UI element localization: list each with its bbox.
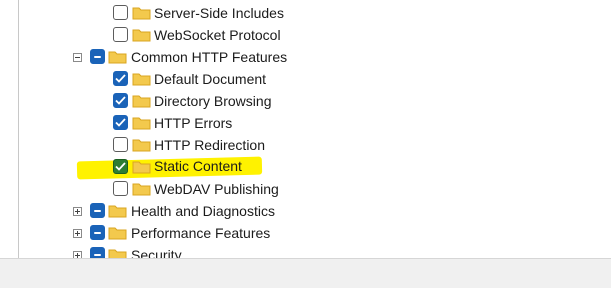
checkbox-checked[interactable] — [113, 71, 128, 86]
checkbox-checked[interactable] — [113, 93, 128, 108]
tree-item-label: HTTP Errors — [154, 115, 233, 131]
folder-icon — [108, 227, 127, 240]
checkbox-partial[interactable] — [90, 225, 105, 240]
folder-icon — [132, 7, 151, 20]
checkmark-icon — [115, 96, 126, 105]
checkmark-icon — [115, 118, 126, 127]
checkmark-icon — [115, 162, 126, 171]
dialog-footer-area — [0, 258, 611, 288]
tree-item-label: Default Document — [154, 71, 267, 87]
checkbox-partial[interactable] — [90, 49, 105, 64]
folder-icon — [108, 205, 127, 218]
tree-item-label: WebSocket Protocol — [154, 27, 281, 43]
tree-item-label: Common HTTP Features — [131, 49, 288, 65]
folder-icon — [108, 249, 127, 258]
folder-icon — [132, 139, 151, 152]
checkbox-partial[interactable] — [90, 203, 105, 218]
tree-item-label: Directory Browsing — [154, 93, 272, 109]
tree-item-label: Security — [131, 247, 182, 258]
checkbox-partial[interactable] — [90, 247, 105, 258]
folder-icon — [132, 183, 151, 196]
features-tree: Server-Side Includes WebSocket Protocol … — [0, 0, 611, 258]
tree-item-label: Static Content — [154, 158, 242, 174]
checkbox-checked[interactable] — [113, 115, 128, 130]
plus-expander-icon[interactable] — [73, 251, 82, 258]
checkbox-unchecked[interactable] — [113, 5, 128, 20]
tree-left-border — [18, 0, 19, 258]
folder-icon — [132, 73, 151, 86]
tree-item-label: Server-Side Includes — [154, 5, 284, 21]
checkbox-unchecked[interactable] — [113, 137, 128, 152]
plus-expander-icon[interactable] — [73, 207, 82, 216]
plus-expander-icon[interactable] — [73, 229, 82, 238]
checkmark-icon — [115, 74, 126, 83]
tree-item-label: Performance Features — [131, 225, 271, 241]
checkbox-unchecked[interactable] — [113, 181, 128, 196]
tree-item-label: HTTP Redirection — [154, 137, 266, 153]
checkbox-checked[interactable] — [113, 159, 128, 174]
folder-icon — [132, 117, 151, 130]
minus-expander-icon[interactable] — [73, 53, 82, 62]
tree-item-label: Health and Diagnostics — [131, 203, 275, 219]
folder-icon — [132, 29, 151, 42]
tree-item-label: WebDAV Publishing — [154, 181, 279, 197]
folder-icon — [132, 161, 151, 174]
folder-icon — [108, 51, 127, 64]
folder-icon — [132, 95, 151, 108]
checkbox-unchecked[interactable] — [113, 27, 128, 42]
